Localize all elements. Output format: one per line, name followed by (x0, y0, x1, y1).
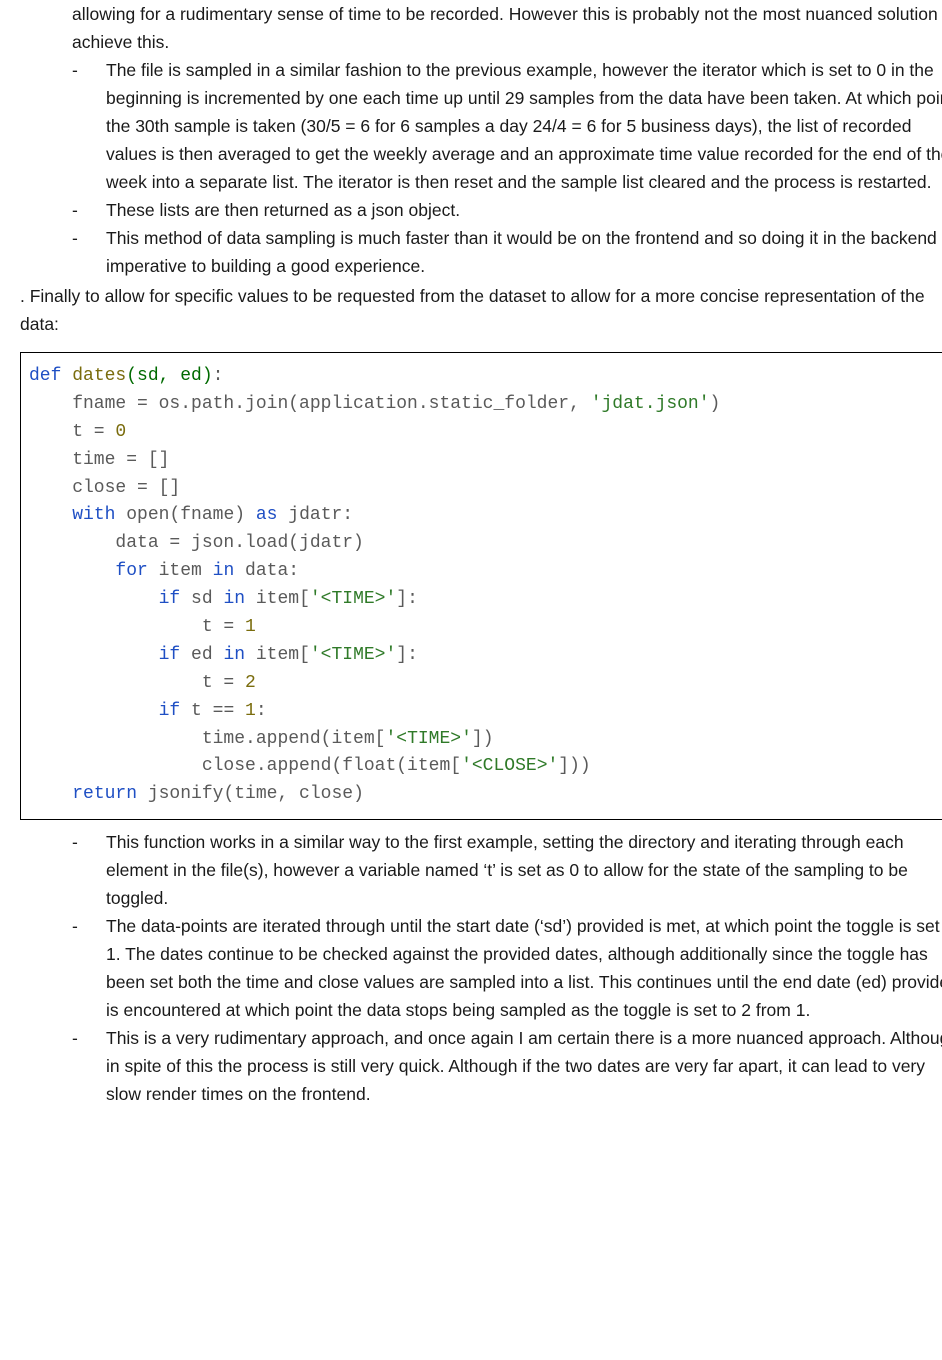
list-item: -allowing for a rudimentary sense of tim… (72, 0, 942, 56)
transition-paragraph: . Finally to allow for specific values t… (20, 282, 942, 338)
bullet-text: This is a very rudimentary approach, and… (106, 1028, 942, 1104)
list-item: The data-points are iterated through unt… (72, 912, 942, 1024)
list-item: This method of data sampling is much fas… (72, 224, 942, 280)
code-block: def dates(sd, ed): fname = os.path.join(… (20, 352, 942, 820)
list-item: This is a very rudimentary approach, and… (72, 1024, 942, 1108)
top-bullet-list: -allowing for a rudimentary sense of tim… (72, 0, 942, 280)
code-keyword: def (29, 366, 61, 386)
code-args: (sd, ed) (126, 366, 212, 386)
bottom-bullet-list: This function works in a similar way to … (72, 828, 942, 1108)
list-item: The file is sampled in a similar fashion… (72, 56, 942, 196)
bullet-text: These lists are then returned as a json … (106, 200, 460, 220)
code-func-name: dates (72, 366, 126, 386)
bullet-text: This function works in a similar way to … (106, 832, 908, 908)
bullet-text: The data-points are iterated through unt… (106, 916, 942, 1020)
list-item: These lists are then returned as a json … (72, 196, 942, 224)
list-item: This function works in a similar way to … (72, 828, 942, 912)
bullet-text: The file is sampled in a similar fashion… (106, 60, 942, 192)
bullet-text: allowing for a rudimentary sense of time… (72, 4, 942, 52)
bullet-text: This method of data sampling is much fas… (106, 228, 942, 276)
